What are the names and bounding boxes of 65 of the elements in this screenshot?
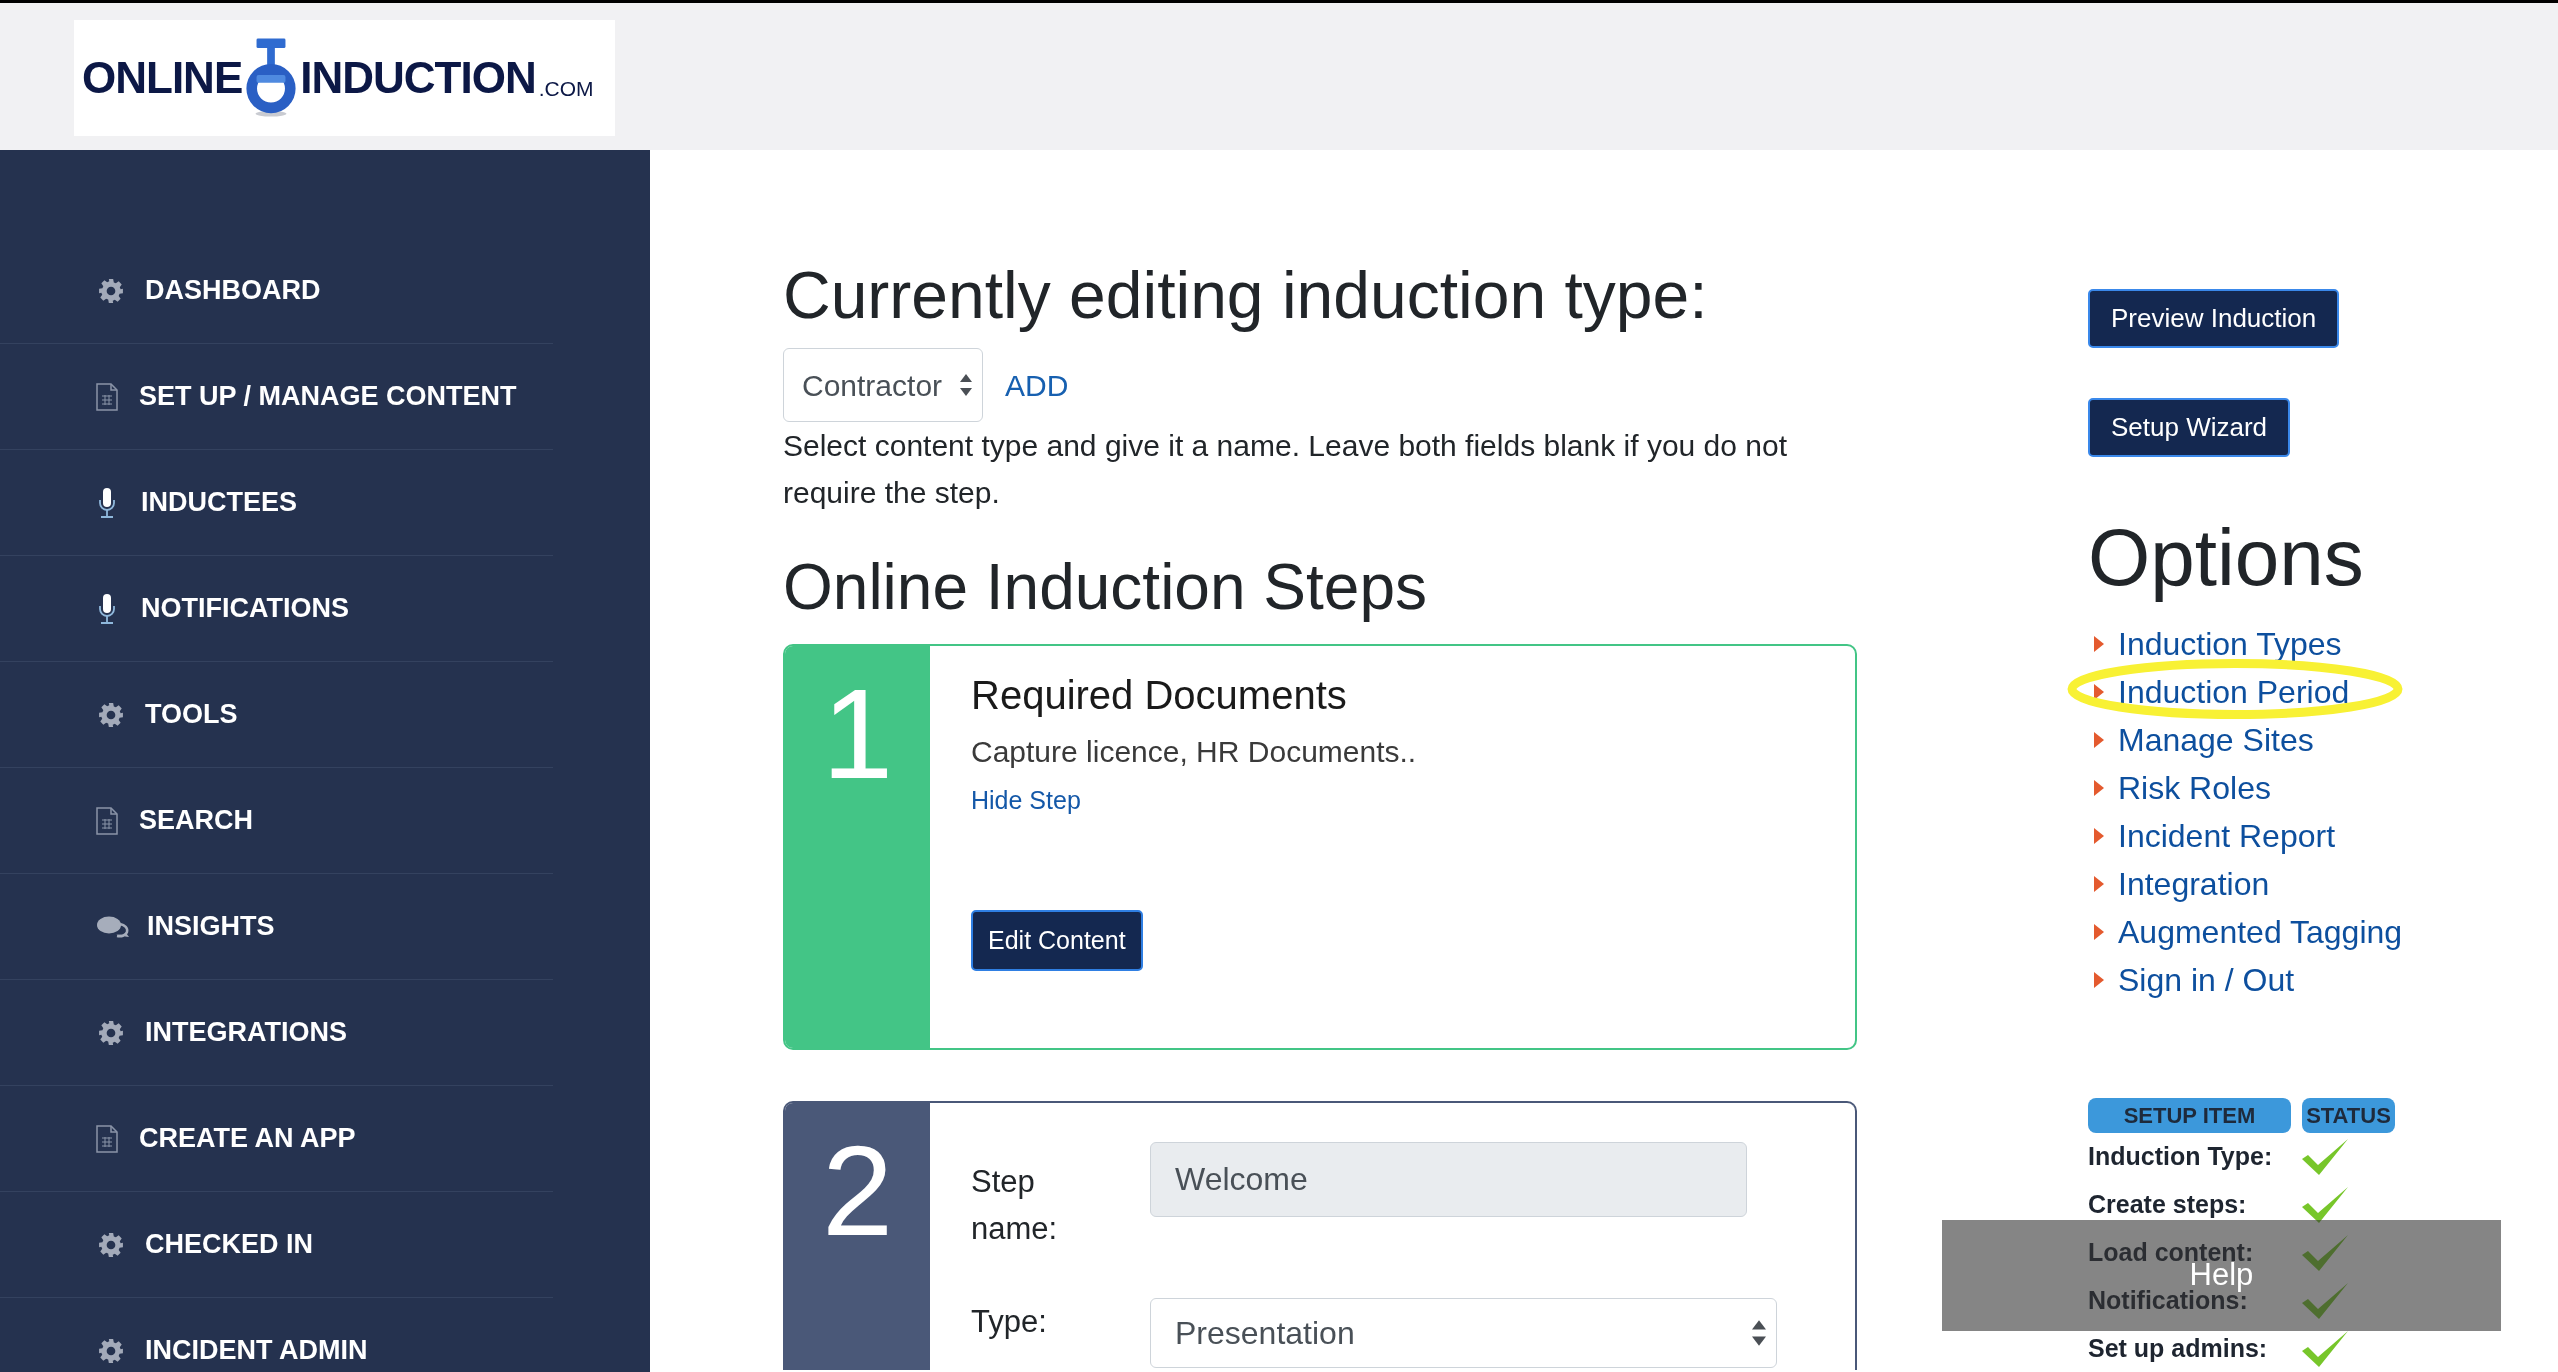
step-type-select[interactable]: Presentation bbox=[1150, 1298, 1777, 1368]
triangle-bullet-icon bbox=[2094, 972, 2104, 988]
option-link[interactable]: Induction Types bbox=[2088, 620, 2342, 668]
gear-icon bbox=[98, 277, 124, 304]
step-title: Required Documents bbox=[971, 672, 1347, 719]
action-button[interactable]: Setup Wizard bbox=[2088, 398, 2291, 457]
option-link[interactable]: Integration bbox=[2088, 860, 2270, 908]
sidebar-item[interactable]: SEARCH bbox=[96, 806, 253, 835]
logo-domain: .COM bbox=[538, 77, 594, 99]
add-link[interactable]: ADD bbox=[1005, 362, 1069, 408]
triangle-bullet-icon bbox=[2094, 684, 2104, 700]
logo-text: INDUCTION bbox=[300, 56, 536, 100]
sidebar-item[interactable]: CHECKED IN bbox=[96, 1231, 313, 1258]
sidebar-item[interactable]: TOOLS bbox=[96, 701, 238, 728]
microphone-icon bbox=[98, 487, 116, 518]
document-icon bbox=[96, 806, 118, 835]
sidebar-item[interactable]: DASHBOARD bbox=[96, 277, 321, 304]
column-header: STATUS bbox=[2302, 1098, 2395, 1133]
sidebar-item[interactable]: INCIDENT ADMIN bbox=[96, 1337, 368, 1364]
step-number: 2 bbox=[785, 1103, 930, 1370]
option-link[interactable]: Risk Roles bbox=[2088, 764, 2271, 812]
setup-item-label: Induction Type: bbox=[2088, 1141, 2274, 1173]
select-arrows-icon bbox=[960, 373, 972, 398]
option-link[interactable]: Sign in / Out bbox=[2088, 956, 2295, 1004]
induction-type-select[interactable]: Contractor bbox=[783, 348, 983, 423]
triangle-bullet-icon bbox=[2094, 636, 2104, 652]
microphone-icon bbox=[98, 593, 116, 624]
sidebar-item[interactable]: SET UP / MANAGE CONTENT bbox=[96, 382, 517, 411]
section-heading: Online Induction Steps bbox=[783, 550, 1427, 626]
sidebar-item[interactable]: INDUCTEES bbox=[96, 487, 297, 518]
field-label: Type: bbox=[971, 1303, 1048, 1341]
triangle-bullet-icon bbox=[2094, 780, 2104, 796]
page-title: Currently editing induction type: bbox=[783, 257, 1708, 334]
option-link[interactable]: Manage Sites bbox=[2088, 716, 2314, 764]
triangle-bullet-icon bbox=[2094, 732, 2104, 748]
action-button[interactable]: Preview Induction bbox=[2088, 289, 2340, 348]
setup-item-label: Create steps: bbox=[2088, 1189, 2248, 1221]
option-link[interactable]: Augmented Tagging bbox=[2088, 908, 2403, 956]
field-label: Step name: bbox=[971, 1163, 1059, 1248]
triangle-bullet-icon bbox=[2094, 876, 2104, 892]
edit-content-button[interactable]: Edit Content bbox=[971, 910, 1143, 971]
gear-icon bbox=[98, 701, 124, 728]
hide-step-link[interactable]: Hide Step bbox=[971, 782, 1081, 818]
triangle-bullet-icon bbox=[2094, 924, 2104, 940]
step-number: 1 bbox=[785, 646, 930, 1048]
sidebar-item[interactable]: INSIGHTS bbox=[96, 913, 275, 940]
gear-icon bbox=[98, 1231, 124, 1258]
chat-bubbles-icon bbox=[96, 914, 130, 939]
setup-item-label: Set up admins: bbox=[2088, 1333, 2269, 1365]
gear-icon bbox=[98, 1019, 124, 1046]
ring-icon bbox=[244, 38, 299, 118]
logo-text: ONLINE bbox=[82, 56, 243, 100]
sidebar-item[interactable]: NOTIFICATIONS bbox=[96, 593, 349, 624]
step-description: Capture licence, HR Documents.. bbox=[971, 734, 1417, 770]
triangle-bullet-icon bbox=[2094, 828, 2104, 844]
option-link[interactable]: Incident Report bbox=[2088, 812, 2335, 860]
options-heading: Options bbox=[2088, 512, 2364, 604]
gear-icon bbox=[98, 1337, 124, 1364]
instructions-text: Select content type and give it a name. Leave both fields blank if you do not require the step. bbox=[783, 428, 1788, 512]
document-icon bbox=[96, 382, 118, 411]
sidebar-item[interactable]: CREATE AN APP bbox=[96, 1124, 356, 1153]
document-icon bbox=[96, 1124, 118, 1153]
select-arrows-icon bbox=[1752, 1319, 1766, 1347]
column-header: SETUP ITEM bbox=[2088, 1098, 2291, 1133]
sidebar-item[interactable]: INTEGRATIONS bbox=[96, 1019, 347, 1046]
